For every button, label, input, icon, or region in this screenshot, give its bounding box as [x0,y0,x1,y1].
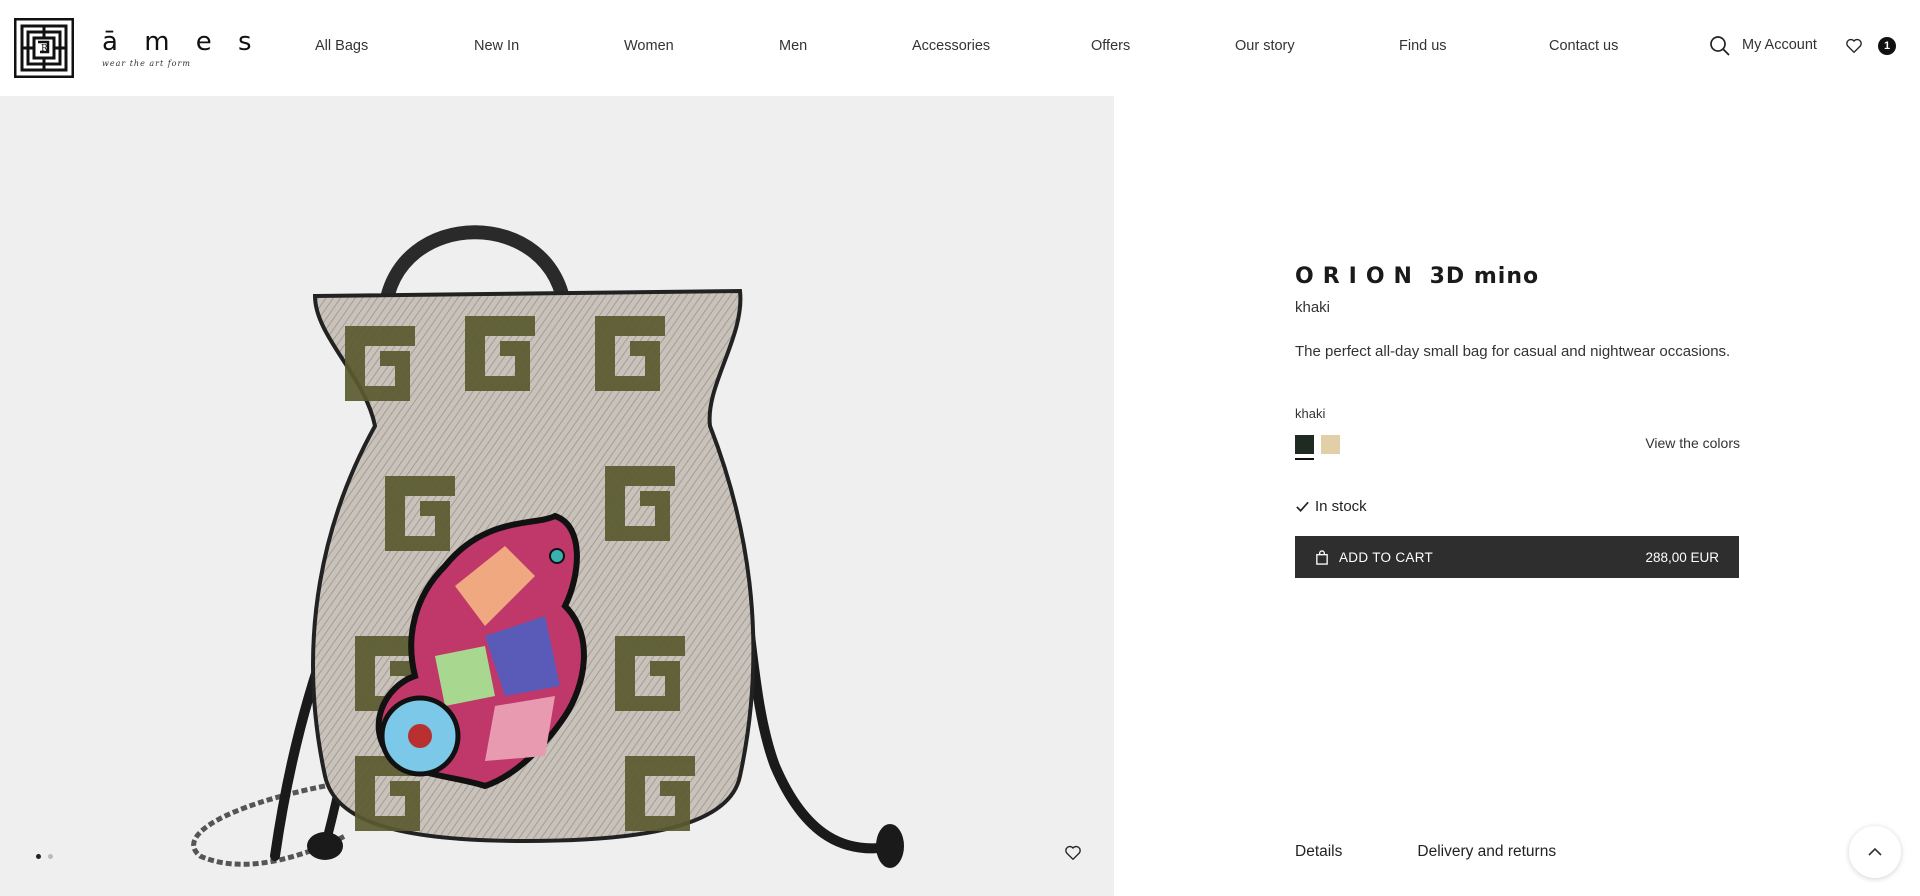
heart-icon[interactable] [1064,844,1082,862]
my-account-link[interactable]: My Account [1742,37,1817,53]
nav-men[interactable]: Men [779,38,807,54]
chevron-up-icon [1868,847,1882,856]
color-swatch-beige[interactable] [1321,435,1340,454]
back-to-top-button[interactable] [1849,826,1901,878]
product-price: 288,00 EUR [1645,549,1719,565]
nav-new-in[interactable]: New In [474,38,519,54]
product-tabs: Details Delivery and returns [1295,843,1631,861]
cart-count-badge[interactable]: 1 [1878,37,1896,55]
view-colors-link[interactable]: View the colors [1645,435,1740,451]
gallery-dot-1[interactable] [36,854,41,859]
product-title-variant: 3D mino [1429,264,1540,289]
product-subtitle: khaki [1295,299,1331,316]
tab-details[interactable]: Details [1295,843,1342,861]
gallery-pagination [36,854,53,859]
main-nav: All Bags New In Women Men Accessories Of… [0,0,1920,96]
heart-icon[interactable] [1845,37,1863,55]
product-title-main: ORION [1295,264,1421,289]
swatch-selected-indicator [1295,458,1314,460]
product-title: ORION 3D mino [1295,264,1539,289]
nav-our-story[interactable]: Our story [1235,38,1295,54]
nav-women[interactable]: Women [624,38,674,54]
color-swatch-khaki[interactable] [1295,435,1314,454]
site-header: R ā m e s wear the art form All Bags New… [0,0,1920,96]
nav-contact-us[interactable]: Contact us [1549,38,1618,54]
stock-label: In stock [1315,498,1367,515]
nav-all-bags[interactable]: All Bags [315,38,368,54]
add-to-cart-label: ADD TO CART [1339,549,1434,565]
check-icon [1296,501,1309,512]
add-to-cart-button[interactable]: ADD TO CART 288,00 EUR [1295,536,1739,578]
nav-offers[interactable]: Offers [1091,38,1130,54]
tab-delivery-returns[interactable]: Delivery and returns [1417,843,1556,861]
search-icon[interactable] [1709,35,1731,57]
product-image [191,225,904,868]
selected-color-label: khaki [1295,406,1326,421]
product-description: The perfect all-day small bag for casual… [1295,343,1731,360]
stock-status: In stock [1295,498,1367,515]
shopping-bag-icon [1316,549,1328,565]
nav-accessories[interactable]: Accessories [912,38,990,54]
nav-find-us[interactable]: Find us [1399,38,1447,54]
product-gallery[interactable] [0,96,1114,896]
gallery-dot-2[interactable] [48,854,53,859]
